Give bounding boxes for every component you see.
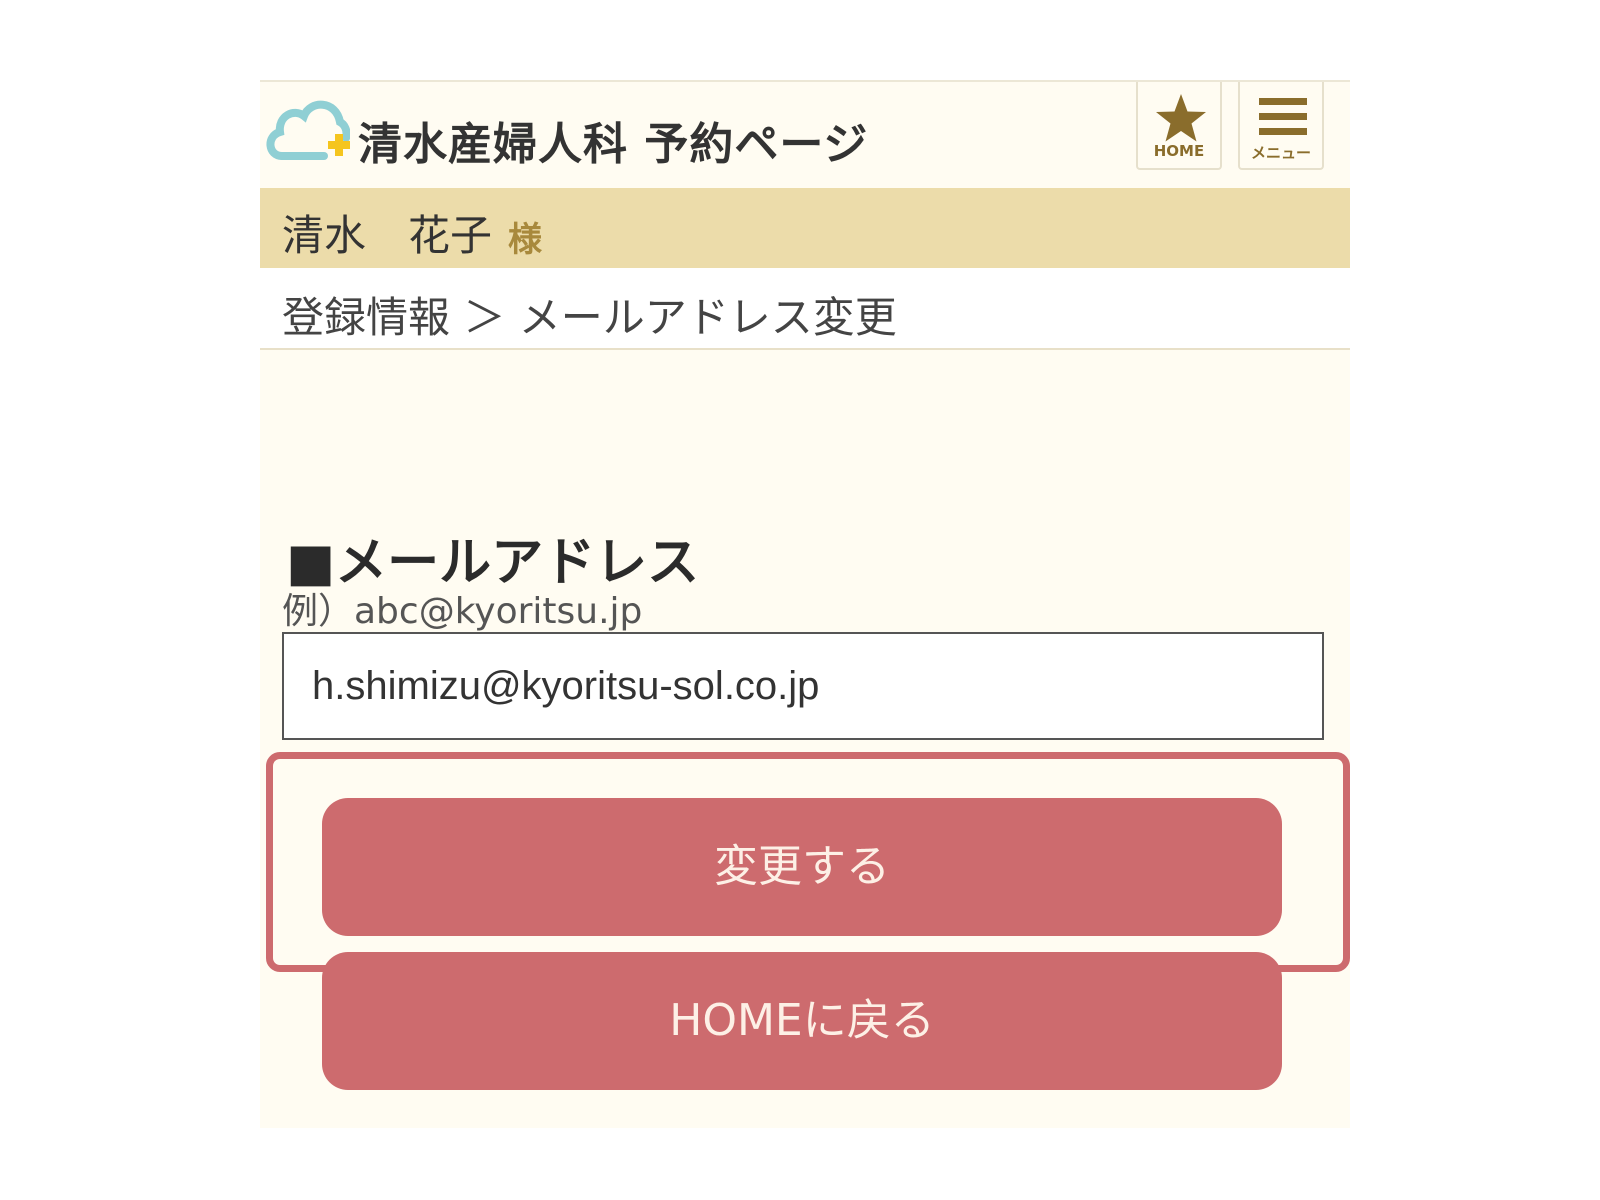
menu-button[interactable]: メニュー [1238,82,1324,170]
email-input[interactable] [282,632,1324,740]
phone-screen: 清水産婦人科 予約ページ HOME メニュー 清水 花子 様 登録情報 ＞ メー… [260,80,1350,1128]
user-honorific: 様 [508,220,542,260]
home-button-label: HOME [1153,142,1205,160]
user-bar: 清水 花子 様 [260,188,1350,268]
home-button[interactable]: HOME [1136,82,1222,170]
app-header: 清水産婦人科 予約ページ HOME メニュー [260,80,1350,188]
email-example: 例）abc@kyoritsu.jp [282,591,643,632]
app-title: 清水産婦人科 予約ページ [358,119,869,170]
star-icon [1156,94,1206,142]
change-button[interactable]: 変更する [322,798,1282,936]
breadcrumb-text: 登録情報 ＞ メールアドレス変更 [282,293,897,342]
user-name: 清水 花子 [282,211,493,260]
return-home-button[interactable]: HOMEに戻る [322,952,1282,1090]
hamburger-icon [1259,98,1307,135]
breadcrumb: 登録情報 ＞ メールアドレス変更 [260,268,1350,350]
menu-button-label: メニュー [1250,144,1311,162]
cloud-cross-icon [266,100,350,160]
